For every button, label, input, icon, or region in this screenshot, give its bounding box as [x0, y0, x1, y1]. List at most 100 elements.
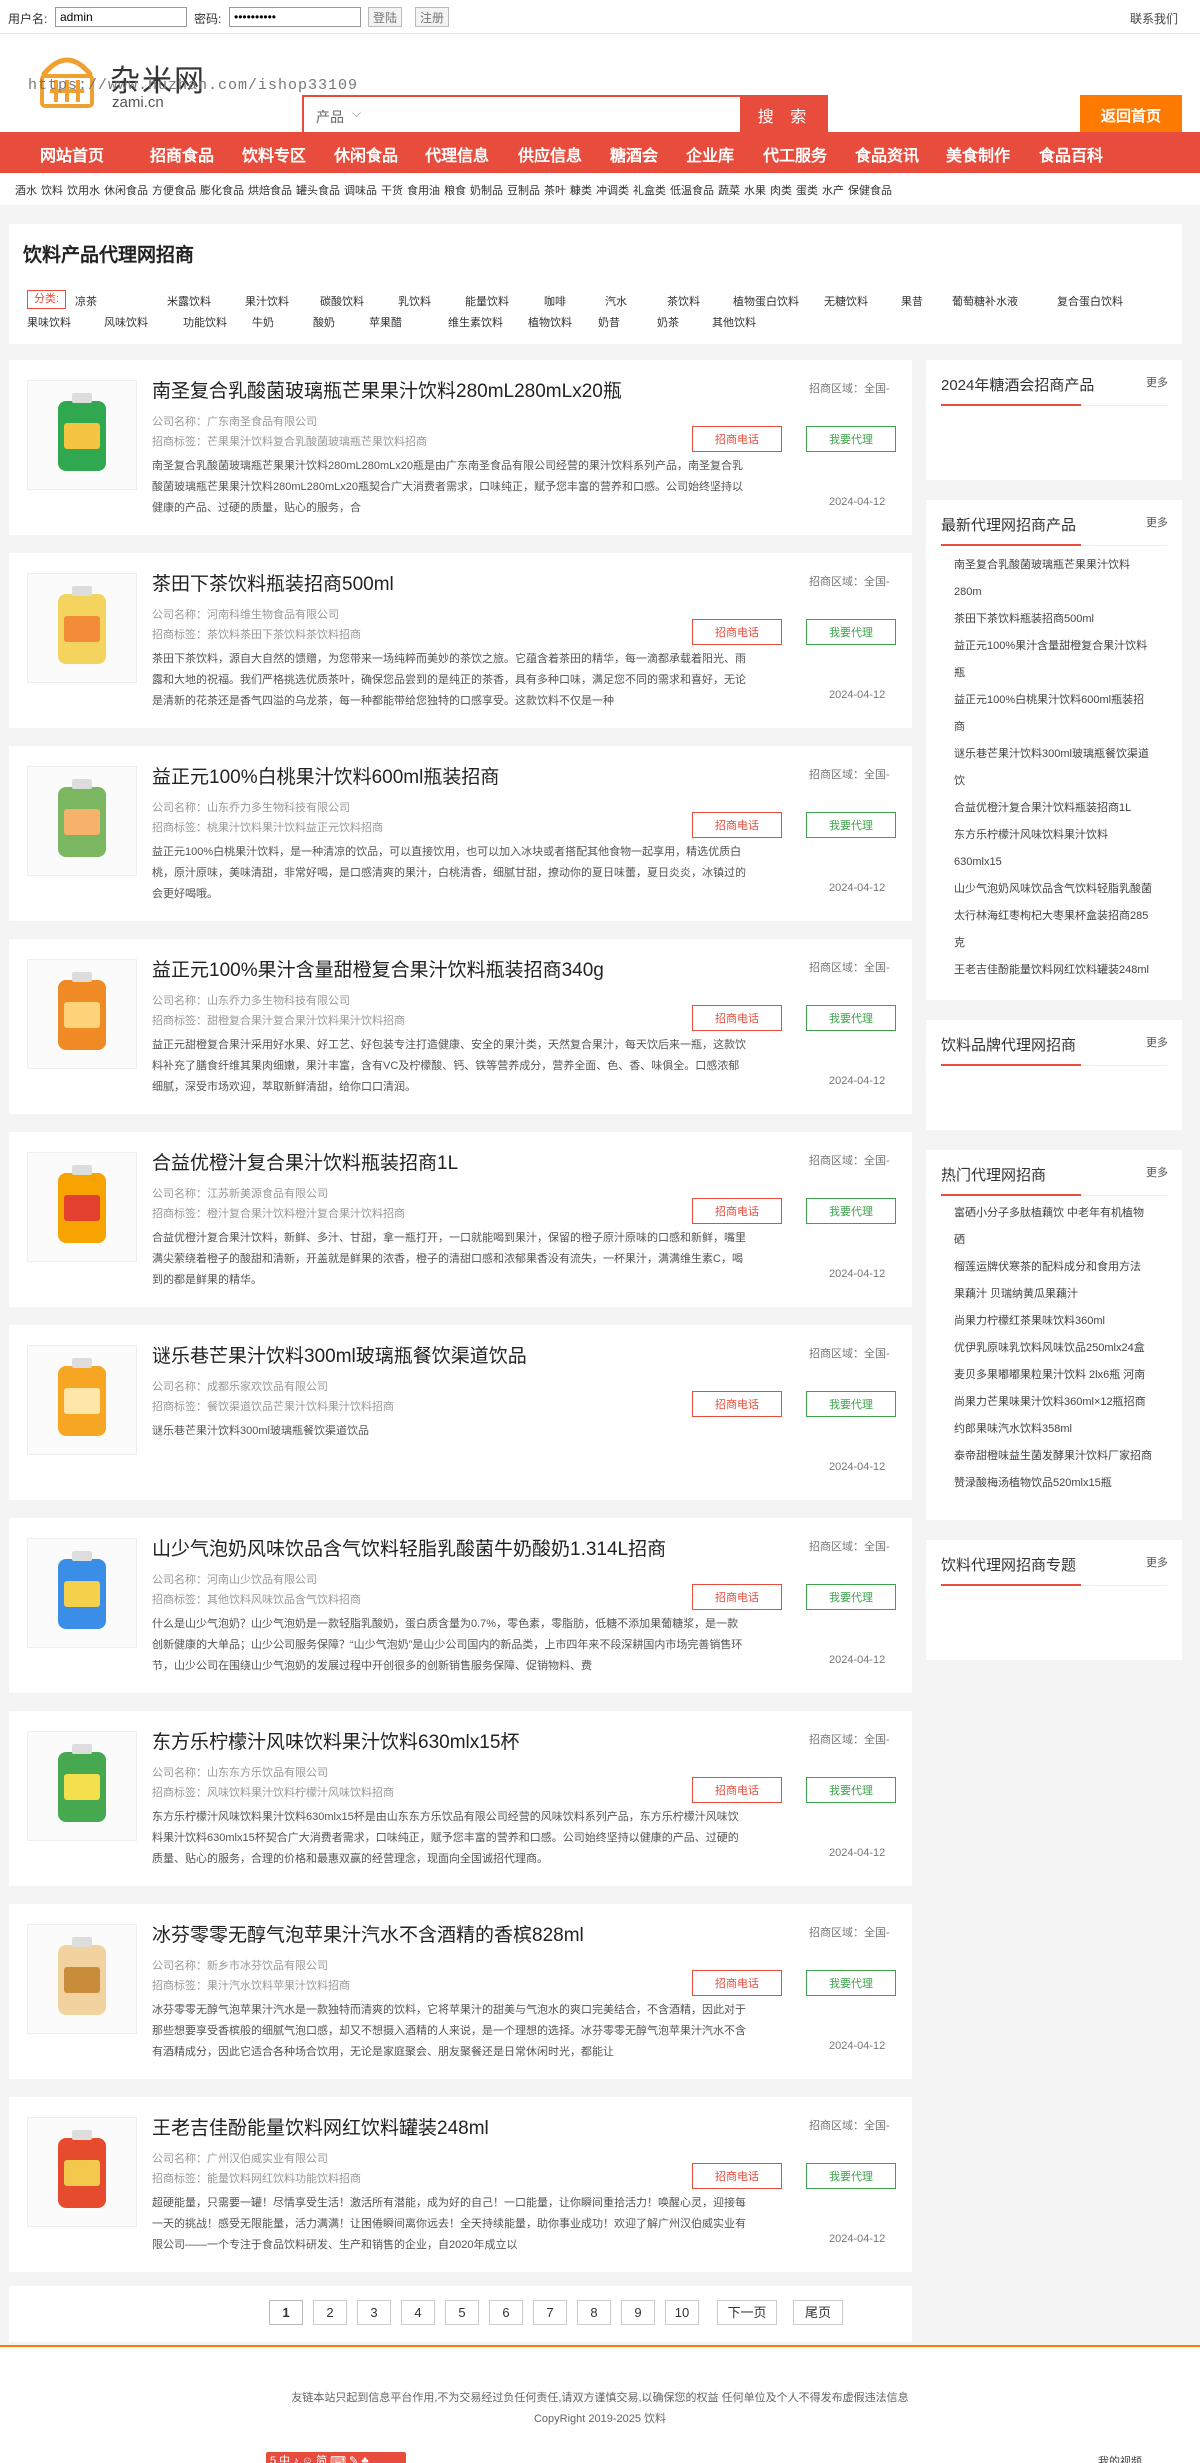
nav-item[interactable]: 企业库	[686, 142, 734, 166]
sidebar-list-item[interactable]: 益正元100%果汁含量甜橙复合果汁饮料	[954, 633, 1174, 660]
category-link[interactable]: 米露饮料	[167, 293, 211, 309]
page-link[interactable]: 5	[445, 2300, 479, 2325]
apply-agent-button[interactable]: 我要代理	[806, 1970, 896, 1996]
tag-link[interactable]: 罐头食品	[296, 185, 340, 197]
tag-link[interactable]: 酒水	[15, 185, 37, 197]
sidebar-list-item[interactable]: 富硒小分子多肽植藕饮 中老年有机植物	[954, 1200, 1174, 1227]
sidebar-list-item[interactable]: 赞渌酸梅汤植物饮品520mlx15瓶	[954, 1470, 1174, 1497]
sidebar-list-item[interactable]: 尚果力柠檬红茶果味饮料360ml	[954, 1308, 1174, 1335]
sidebar-list-item[interactable]: 约郎果味汽水饮料358ml	[954, 1416, 1174, 1443]
login-button[interactable]: 登陆	[368, 7, 403, 27]
product-title[interactable]: 合益优橙汁复合果汁饮料瓶装招商1L	[152, 1148, 458, 1175]
sidebar-list-item[interactable]: 山少气泡奶风味饮品含气饮料轻脂乳酸菌	[954, 876, 1174, 903]
page-link[interactable]: 9	[621, 2300, 655, 2325]
nav-item[interactable]: 休闲食品	[334, 142, 398, 166]
apply-agent-button[interactable]: 我要代理	[806, 426, 896, 452]
contact-phone-button[interactable]: 招商电话	[692, 2163, 782, 2189]
more-link[interactable]: 更多	[1146, 374, 1168, 390]
tag-link[interactable]: 肉类	[770, 185, 792, 197]
home-button[interactable]: 返回首页	[1080, 95, 1182, 135]
product-thumbnail[interactable]	[27, 766, 137, 876]
nav-item[interactable]: 美食制作	[946, 142, 1010, 166]
product-thumbnail[interactable]	[27, 959, 137, 1069]
tag-link[interactable]: 饮用水	[67, 185, 100, 197]
category-link[interactable]: 功能饮料	[183, 314, 227, 330]
product-title[interactable]: 王老吉佳酚能量饮料网红饮料罐装248ml	[152, 2113, 489, 2140]
sidebar-list-item[interactable]: 果藕汁 贝瑞纳黄瓜果藕汁	[954, 1281, 1174, 1308]
more-link[interactable]: 更多	[1146, 1034, 1168, 1050]
product-thumbnail[interactable]	[27, 380, 137, 490]
product-thumbnail[interactable]	[27, 1538, 137, 1648]
contact-link[interactable]: 联系我们	[1130, 10, 1178, 27]
contact-phone-button[interactable]: 招商电话	[692, 1584, 782, 1610]
sidebar-list-item[interactable]: 南圣复合乳酸菌玻璃瓶芒果果汁饮料	[954, 552, 1174, 579]
contact-phone-button[interactable]: 招商电话	[692, 1005, 782, 1031]
tag-link[interactable]: 奶制品	[470, 185, 503, 197]
sidebar-list-item[interactable]: 王老吉佳酚能量饮料网红饮料罐装248ml	[954, 957, 1174, 984]
tag-link[interactable]: 调味品	[344, 185, 377, 197]
contact-phone-button[interactable]: 招商电话	[692, 1391, 782, 1417]
category-link[interactable]: 植物蛋白饮料	[733, 293, 799, 309]
category-link[interactable]: 酸奶	[313, 314, 335, 330]
category-link[interactable]: 植物饮料	[528, 314, 572, 330]
page-link[interactable]: 2	[313, 2300, 347, 2325]
nav-item[interactable]: 食品资讯	[855, 142, 919, 166]
contact-phone-button[interactable]: 招商电话	[692, 1198, 782, 1224]
search-box[interactable]: 产品 ⌵	[302, 95, 742, 135]
category-link[interactable]: 凉茶	[75, 293, 97, 309]
page-link[interactable]: 8	[577, 2300, 611, 2325]
apply-agent-button[interactable]: 我要代理	[806, 1198, 896, 1224]
more-link[interactable]: 更多	[1146, 1554, 1168, 1570]
sidebar-list-item[interactable]: 优伊乳原味乳饮料风味饮品250mlx24盒	[954, 1335, 1174, 1362]
tag-link[interactable]: 礼盒类	[633, 185, 666, 197]
tag-link[interactable]: 食用油	[407, 185, 440, 197]
nav-item[interactable]: 招商食品	[150, 142, 214, 166]
sidebar-list-item[interactable]: 瓶	[954, 660, 1174, 687]
sidebar-list-item[interactable]: 东方乐柠檬汁风味饮料果汁饮料	[954, 822, 1174, 849]
page-current[interactable]: 1	[269, 2300, 303, 2325]
sidebar-list-item[interactable]: 280m	[954, 579, 1174, 606]
sidebar-list-item[interactable]: 饮	[954, 768, 1174, 795]
category-link[interactable]: 碳酸饮料	[320, 293, 364, 309]
sidebar-list-item[interactable]: 茶田下茶饮料瓶装招商500ml	[954, 606, 1174, 633]
more-link[interactable]: 更多	[1146, 1164, 1168, 1180]
search-button[interactable]: 搜 索	[742, 95, 828, 135]
tag-link[interactable]: 方便食品	[152, 185, 196, 197]
apply-agent-button[interactable]: 我要代理	[806, 1391, 896, 1417]
product-title[interactable]: 益正元100%果汁含量甜橙复合果汁饮料瓶装招商340g	[152, 955, 604, 982]
product-title[interactable]: 谜乐巷芒果汁饮料300ml玻璃瓶餐饮渠道饮品	[152, 1341, 527, 1368]
contact-phone-button[interactable]: 招商电话	[692, 812, 782, 838]
page-link[interactable]: 尾页	[793, 2300, 843, 2325]
nav-item[interactable]: 代工服务	[763, 142, 827, 166]
page-link[interactable]: 7	[533, 2300, 567, 2325]
sidebar-list-item[interactable]: 尚果力芒果味果汁饮料360ml×12瓶招商	[954, 1389, 1174, 1416]
category-link[interactable]: 风味饮料	[104, 314, 148, 330]
tag-link[interactable]: 水果	[744, 185, 766, 197]
product-thumbnail[interactable]	[27, 2117, 137, 2227]
page-link[interactable]: 下一页	[717, 2300, 777, 2325]
category-link[interactable]: 能量饮料	[465, 293, 509, 309]
page-link[interactable]: 10	[665, 2300, 699, 2325]
search-category[interactable]: 产品	[316, 107, 344, 127]
product-title[interactable]: 南圣复合乳酸菌玻璃瓶芒果果汁饮料280mL280mLx20瓶	[152, 376, 622, 403]
category-link[interactable]: 果汁饮料	[245, 293, 289, 309]
category-link[interactable]: 汽水	[605, 293, 627, 309]
contact-phone-button[interactable]: 招商电话	[692, 1777, 782, 1803]
chevron-down-icon[interactable]: ⌵	[352, 106, 361, 121]
sidebar-list-item[interactable]: 硒	[954, 1227, 1174, 1254]
product-title[interactable]: 茶田下茶饮料瓶装招商500ml	[152, 569, 394, 596]
sidebar-list-item[interactable]: 合益优橙汁复合果汁饮料瓶装招商1L	[954, 795, 1174, 822]
category-link[interactable]: 葡萄糖补水液	[952, 293, 1018, 309]
register-button[interactable]: 注册	[415, 7, 450, 27]
category-link[interactable]: 维生素饮料	[448, 314, 503, 330]
nav-item[interactable]: 糖酒会	[610, 142, 658, 166]
sidebar-list-item[interactable]: 泰帝甜橙味益生菌发酵果汁饮料厂家招商	[954, 1443, 1174, 1470]
tag-link[interactable]: 水产	[822, 185, 844, 197]
sidebar-list-item[interactable]: 益正元100%白桃果汁饮料600ml瓶装招	[954, 687, 1174, 714]
nav-item[interactable]: 饮料专区	[242, 142, 306, 166]
my-video-link[interactable]: 我的视频	[1098, 2453, 1142, 2463]
tag-link[interactable]: 茶叶	[544, 185, 566, 197]
category-link[interactable]: 复合蛋白饮料	[1057, 293, 1123, 309]
category-link[interactable]: 咖啡	[544, 293, 566, 309]
apply-agent-button[interactable]: 我要代理	[806, 619, 896, 645]
